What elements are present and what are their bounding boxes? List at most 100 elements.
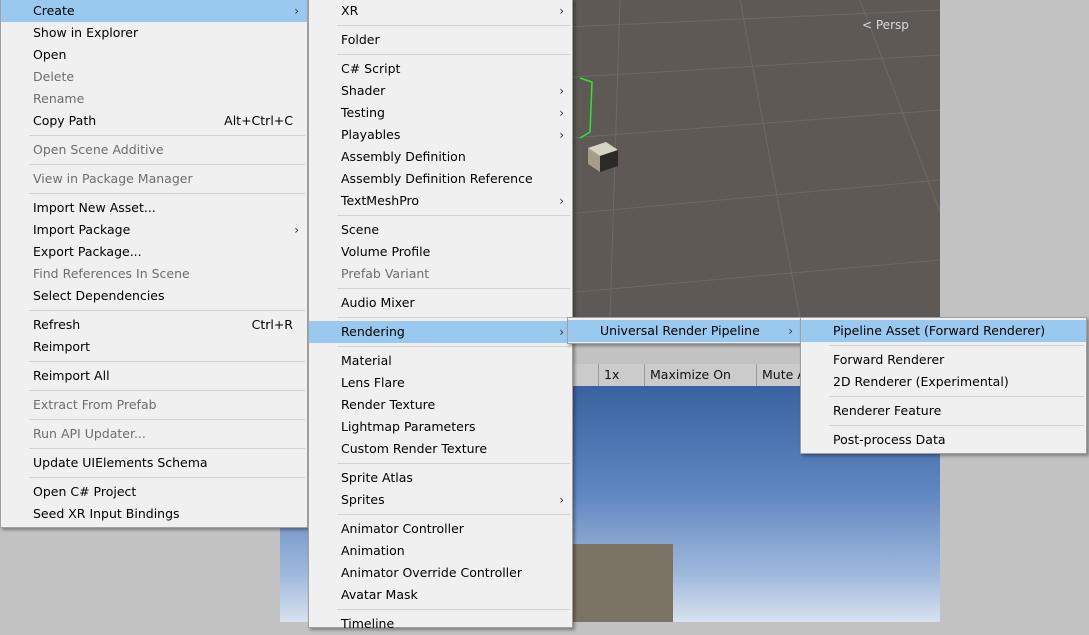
menu-item-view-in-package-manager: View in Package Manager	[1, 168, 307, 190]
menu-item-label: Copy Path	[33, 113, 97, 128]
menu-item-import-package[interactable]: Import Package ›	[1, 219, 307, 241]
menu-item-lens-flare[interactable]: Lens Flare	[309, 372, 572, 394]
menu-item-c-script[interactable]: C# Script	[309, 58, 572, 80]
maximize-on-play-button[interactable]: Maximize On Play	[644, 364, 756, 404]
menu-item-shader[interactable]: Shader ›	[309, 80, 572, 102]
menu-item-material[interactable]: Material	[309, 350, 572, 372]
menu-item-label: Volume Profile	[341, 244, 431, 259]
menu-item-label: C# Script	[341, 61, 401, 76]
menu-item-label: Sprite Atlas	[341, 470, 413, 485]
menu-item-label: Open C# Project	[33, 484, 137, 499]
menu-separator	[1, 190, 307, 197]
menu-item-label: Create	[33, 3, 75, 18]
chevron-right-icon: ›	[559, 4, 564, 18]
menu-separator	[1, 445, 307, 452]
menu-item-textmeshpro[interactable]: TextMeshPro ›	[309, 190, 572, 212]
menu-item-pipeline-asset-forward-renderer[interactable]: Pipeline Asset (Forward Renderer)	[801, 320, 1086, 342]
menu-item-assembly-definition[interactable]: Assembly Definition	[309, 146, 572, 168]
menu-item-audio-mixer[interactable]: Audio Mixer	[309, 292, 572, 314]
menu-item-copy-path[interactable]: Copy Path Alt+Ctrl+C	[1, 110, 307, 132]
menu-item-label: Lens Flare	[341, 375, 405, 390]
menu-item-refresh[interactable]: Refresh Ctrl+R	[1, 314, 307, 336]
menu-item-label: TextMeshPro	[341, 193, 420, 208]
menu-item-rendering[interactable]: Rendering ›	[309, 321, 572, 343]
chevron-right-icon: ›	[559, 106, 564, 120]
context-menu: Create › Show in Explorer Open Delete Rename C…	[0, 0, 308, 528]
menu-item-label: Universal Render Pipeline	[600, 323, 760, 338]
menu-item-update-uielements-schema[interactable]: Update UIElements Schema	[1, 452, 307, 474]
menu-item-open-c-project[interactable]: Open C# Project	[1, 481, 307, 503]
menu-item-sprites[interactable]: Sprites ›	[309, 489, 572, 511]
menu-item-label: Post-process Data	[833, 432, 946, 447]
menu-separator	[801, 422, 1086, 429]
create-submenu: XR › Folder C# Script Shader › Testing › Playabl…	[308, 0, 573, 631]
menu-item-xr[interactable]: XR ›	[309, 0, 572, 22]
menu-item-label: Render Texture	[341, 397, 436, 412]
menu-item-show-in-explorer[interactable]: Show in Explorer	[1, 22, 307, 44]
menu-item-export-package[interactable]: Export Package...	[1, 241, 307, 263]
menu-item-custom-render-texture[interactable]: Custom Render Texture	[309, 438, 572, 460]
menu-item-label: Import New Asset...	[33, 200, 156, 215]
chevron-right-icon: ›	[559, 128, 564, 142]
menu-item-assembly-definition-reference[interactable]: Assembly Definition Reference	[309, 168, 572, 190]
rendering-submenu: Universal Render Pipeline ›	[567, 317, 802, 344]
menu-item-label: Testing	[341, 105, 385, 120]
menu-item-folder[interactable]: Folder	[309, 29, 572, 51]
menu-separator	[1, 358, 307, 365]
menu-item-sprite-atlas[interactable]: Sprite Atlas	[309, 467, 572, 489]
menu-item-render-texture[interactable]: Render Texture	[309, 394, 572, 416]
menu-item-select-dependencies[interactable]: Select Dependencies	[1, 285, 307, 307]
menu-separator	[309, 285, 572, 292]
menu-item-label: Pipeline Asset (Forward Renderer)	[833, 323, 1046, 338]
menu-item-reimport[interactable]: Reimport	[1, 336, 307, 358]
menu-item-label: Reimport	[33, 339, 91, 354]
menu-item-label: Playables	[341, 127, 401, 142]
persp-label[interactable]: < Persp	[862, 18, 909, 32]
menu-item-label: Animation	[341, 543, 405, 558]
menu-item-create[interactable]: Create ›	[1, 0, 307, 22]
menu-item-label: Open	[33, 47, 67, 62]
menu-item-reimport-all[interactable]: Reimport All	[1, 365, 307, 387]
menu-item-label: Reimport All	[33, 368, 110, 383]
menu-item-label: Lightmap Parameters	[341, 419, 476, 434]
menu-separator	[1, 474, 307, 481]
menu-item-import-new-asset[interactable]: Import New Asset...	[1, 197, 307, 219]
menu-item-lightmap-parameters[interactable]: Lightmap Parameters	[309, 416, 572, 438]
menu-item-rename: Rename	[1, 88, 307, 110]
menu-item-forward-renderer[interactable]: Forward Renderer	[801, 349, 1086, 371]
menu-item-avatar-mask[interactable]: Avatar Mask	[309, 584, 572, 606]
menu-item-label: Run API Updater...	[33, 426, 146, 441]
menu-item-label: Extract From Prefab	[33, 397, 157, 412]
menu-item-label: Assembly Definition Reference	[341, 171, 533, 186]
menu-item-label: Rename	[33, 91, 85, 106]
menu-item-label: Forward Renderer	[833, 352, 945, 367]
menu-item-renderer-feature[interactable]: Renderer Feature	[801, 400, 1086, 422]
menu-item-seed-xr-input-bindings[interactable]: Seed XR Input Bindings	[1, 503, 307, 525]
menu-item-animation[interactable]: Animation	[309, 540, 572, 562]
menu-item-volume-profile[interactable]: Volume Profile	[309, 241, 572, 263]
menu-item-scene[interactable]: Scene	[309, 219, 572, 241]
menu-separator	[309, 460, 572, 467]
menu-item-animator-override-controller[interactable]: Animator Override Controller	[309, 562, 572, 584]
menu-item-label: Custom Render Texture	[341, 441, 488, 456]
scale-label[interactable]: 1x	[598, 364, 644, 386]
menu-item-label: Audio Mixer	[341, 295, 415, 310]
shortcut-text: Alt+Ctrl+C	[224, 113, 293, 128]
menu-item-playables[interactable]: Playables ›	[309, 124, 572, 146]
menu-item-label: Find References In Scene	[33, 266, 190, 281]
menu-item-label: Show in Explorer	[33, 25, 139, 40]
menu-item-label: View in Package Manager	[33, 171, 193, 186]
menu-item-testing[interactable]: Testing ›	[309, 102, 572, 124]
menu-item-label: Material	[341, 353, 392, 368]
menu-item-post-process-data[interactable]: Post-process Data	[801, 429, 1086, 451]
menu-separator	[1, 161, 307, 168]
chevron-right-icon: ›	[788, 324, 793, 338]
menu-item-2d-renderer-experimental[interactable]: 2D Renderer (Experimental)	[801, 371, 1086, 393]
menu-item-label: Seed XR Input Bindings	[33, 506, 180, 521]
menu-separator	[309, 343, 572, 350]
menu-item-timeline[interactable]: Timeline	[309, 613, 572, 635]
menu-item-open[interactable]: Open	[1, 44, 307, 66]
menu-item-label: Rendering	[341, 324, 405, 339]
menu-item-animator-controller[interactable]: Animator Controller	[309, 518, 572, 540]
menu-item-universal-render-pipeline[interactable]: Universal Render Pipeline ›	[568, 320, 801, 342]
